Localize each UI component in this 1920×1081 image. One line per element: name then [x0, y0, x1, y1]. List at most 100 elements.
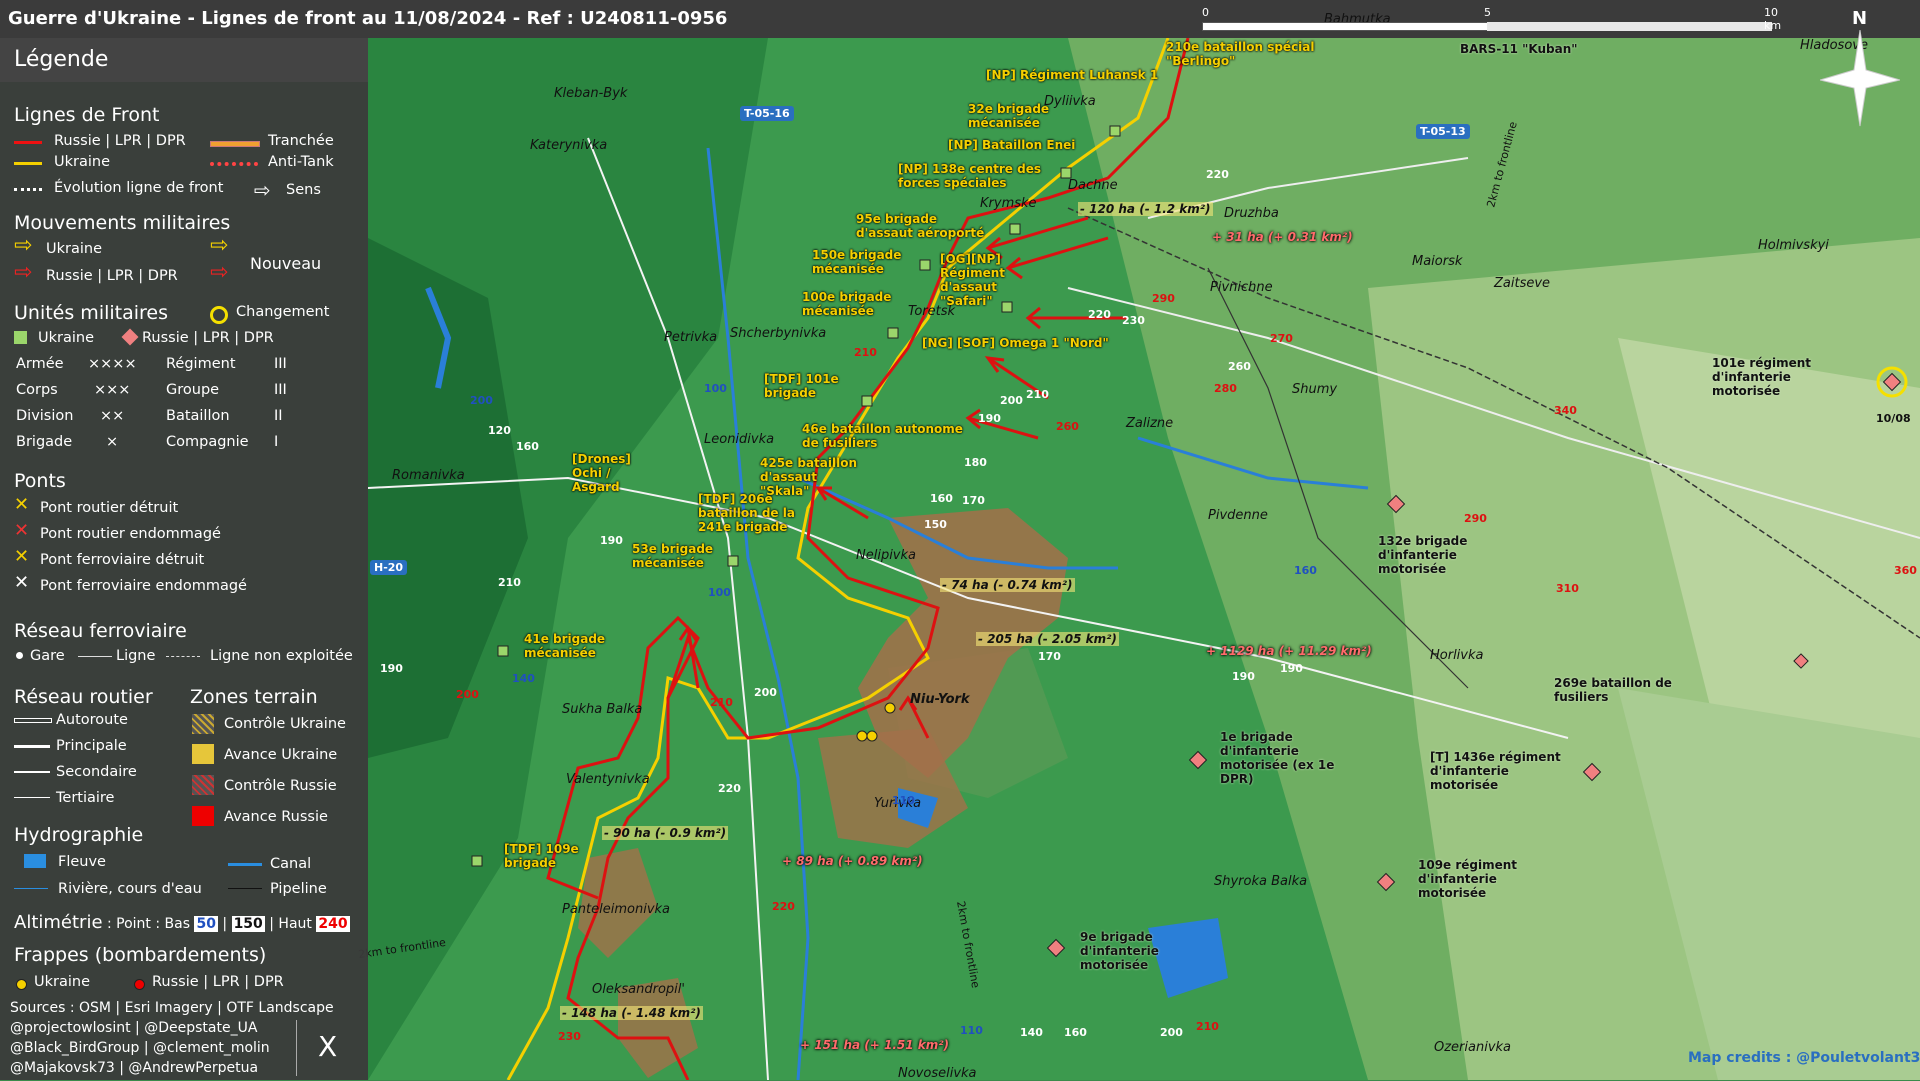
ru-unit-label[interactable]: 109e régiment d'infanterie motorisée: [1418, 858, 1568, 900]
town-label: Druzhba: [1224, 206, 1279, 221]
legend-strikes-russia: Russie | LPR | DPR: [152, 974, 284, 990]
ua-unit-label[interactable]: 32e brigade mécanisée: [968, 102, 1058, 130]
town-label: Petrivka: [664, 330, 718, 345]
red-line-swatch: [14, 141, 42, 144]
altitude-label: 290: [1464, 512, 1487, 525]
ua-unit-label[interactable]: [NP] Bataillon Enei: [948, 138, 1075, 152]
ua-unit-label[interactable]: [TDF] 206e bataillon de la 241e brigade: [698, 492, 818, 534]
town-label: Horlivka: [1430, 648, 1484, 663]
altitude-label: 160: [1064, 1026, 1087, 1039]
legend-road-item: Autoroute: [56, 712, 128, 728]
road-bridge-damaged-icon: ✕: [14, 520, 30, 541]
town-label: Kleban-Byk: [554, 86, 628, 101]
legend-front-antitank: Anti-Tank: [268, 154, 334, 170]
change-date: 10/08: [1876, 412, 1911, 425]
altitude-label: 220: [772, 900, 795, 913]
ua-unit-label[interactable]: [TDF] 109e brigade: [504, 842, 594, 870]
altitude-label: 210: [854, 346, 877, 359]
x-logo-icon[interactable]: X: [318, 1030, 337, 1063]
map-canvas: [368, 38, 1920, 1080]
rail-bridge-destroyed-icon: ✕: [14, 546, 30, 567]
ua-unit-label[interactable]: 100e brigade mécanisée: [802, 290, 902, 318]
altitude-label: 170: [962, 494, 985, 507]
ua-unit-label[interactable]: 150e brigade mécanisée: [812, 248, 912, 276]
legend-strikes-ukraine: Ukraine: [34, 974, 90, 990]
ru-unit-label[interactable]: [T] 1436e régiment d'infanterie motorisé…: [1430, 750, 1570, 792]
town-label: Panteleimonivka: [562, 902, 671, 917]
unit-echelon-symbol: III: [274, 382, 287, 398]
unit-echelon-symbol: ×: [106, 434, 119, 450]
north-arrow: N: [1820, 8, 1900, 128]
ua-unit-label[interactable]: [NP] Régiment Luhansk 1: [986, 68, 1158, 82]
legend-rail-gare: Gare: [30, 648, 65, 664]
legend-title: Légende: [14, 47, 109, 72]
altitude-label: 110: [960, 1024, 983, 1037]
russia-arrow-icon: ⇨: [14, 260, 33, 285]
town-label: Romanivka: [392, 468, 465, 483]
ua-unit-label[interactable]: [NP] 138e centre des forces spéciales: [898, 162, 1048, 190]
legend-hydro-pipeline: Pipeline: [270, 881, 327, 897]
north-label: N: [1852, 8, 1868, 29]
ua-unit-label[interactable]: 41e brigade mécanisée: [524, 632, 624, 660]
trench-swatch: [210, 141, 260, 147]
ru-unit-label[interactable]: 101e régiment d'infanterie motorisée: [1712, 356, 1862, 398]
altitude-label: 230: [1122, 314, 1145, 327]
ua-unit-label[interactable]: 46e bataillon autonome de fusiliers: [802, 422, 972, 450]
altitude-label: 160: [516, 440, 539, 453]
motorway-swatch: [14, 718, 52, 723]
town-label: Valentynivka: [566, 772, 650, 787]
ua-unit-label[interactable]: [NG] [SOF] Omega 1 "Nord": [922, 336, 1109, 350]
unit-echelon-symbol: III: [274, 356, 287, 372]
ukraine-unit-square: [14, 331, 27, 344]
sources-line: @projectowlosint | @Deepstate_UA: [10, 1020, 258, 1036]
town-label: Leonidivka: [704, 432, 775, 447]
legend-road-item: Secondaire: [56, 764, 137, 780]
compass-icon: [1820, 30, 1900, 127]
ru-unit-label[interactable]: 1e brigade d'infanterie motorisée (ex 1e…: [1220, 730, 1370, 786]
unit-echelon-label: Régiment: [166, 356, 236, 372]
altitude-label: 100: [704, 382, 727, 395]
ru-unit-label[interactable]: 269e bataillon de fusiliers: [1554, 676, 1684, 704]
altitude-label: 190: [978, 412, 1001, 425]
pipeline-swatch: [228, 888, 262, 889]
unit-echelon-symbol: ×××: [94, 382, 131, 398]
altitude-label: 160: [1294, 564, 1317, 577]
town-label: Novoselivka: [898, 1066, 977, 1081]
town-label: Shumy: [1292, 382, 1338, 397]
ua-unit-label[interactable]: 210e bataillon spécial "Berlingo": [1166, 40, 1326, 68]
town-label: Ozerianivka: [1434, 1040, 1512, 1055]
ua-unit-label[interactable]: 53e brigade mécanisée: [632, 542, 722, 570]
area-change-label: - 90 ha (- 0.9 km²): [602, 826, 729, 840]
ukraine-strike-dot: [16, 979, 27, 990]
ua-unit-label[interactable]: [TDF] 101e brigade: [764, 372, 854, 400]
town-label: Maiorsk: [1412, 254, 1463, 269]
unit-echelon-symbol: II: [274, 408, 283, 424]
altitude-label: 110: [892, 794, 915, 807]
legend-section-front: Lignes de Front: [14, 104, 160, 126]
ru-unit-label[interactable]: BARS-11 "Kuban": [1460, 42, 1578, 56]
altitude-label: 200: [1160, 1026, 1183, 1039]
altitude-label: 210: [498, 576, 521, 589]
map-credits: Map credits : @Pouletvolant3: [1688, 1050, 1920, 1066]
main-road-swatch: [14, 745, 50, 748]
area-change-label: - 74 ha (- 0.74 km²): [940, 578, 1075, 592]
altitude-label: 200: [754, 686, 777, 699]
map-area[interactable]: T-05-16 T-05-13 H-20 Kleban-Byk Kateryni…: [358, 12, 1920, 1081]
ru-unit-label[interactable]: 9e brigade d'infanterie motorisée: [1080, 930, 1230, 972]
legend-section-rail: Réseau ferroviaire: [14, 620, 187, 642]
ua-unit-label[interactable]: [OG][NP] Régiment d'assaut "Safari": [940, 252, 1050, 308]
altitude-label: 290: [1152, 292, 1175, 305]
ru-unit-label[interactable]: 132e brigade d'infanterie motorisée: [1378, 534, 1528, 576]
legend-section-hydro: Hydrographie: [14, 824, 144, 846]
ua-unit-label[interactable]: 95e brigade d'assaut aéroporté: [856, 212, 986, 240]
town-label: Nelipivka: [856, 548, 916, 563]
town-label: Pivnichne: [1210, 280, 1273, 295]
canal-swatch: [228, 863, 262, 866]
ua-unit-label[interactable]: [Drones] Ochi / Asgard: [572, 452, 662, 494]
legend-section-strikes: Frappes (bombardements): [14, 944, 267, 966]
legend-moves-russia: Russie | LPR | DPR: [46, 268, 178, 284]
area-change-label: + 151 ha (+ 1.51 km²): [800, 1038, 950, 1052]
sources-line: @Majakovsk73 | @AndrewPerpetua: [10, 1060, 259, 1076]
unit-echelon-label: Armée: [16, 356, 64, 372]
legend-zone-item: Contrôle Russie: [224, 778, 337, 794]
